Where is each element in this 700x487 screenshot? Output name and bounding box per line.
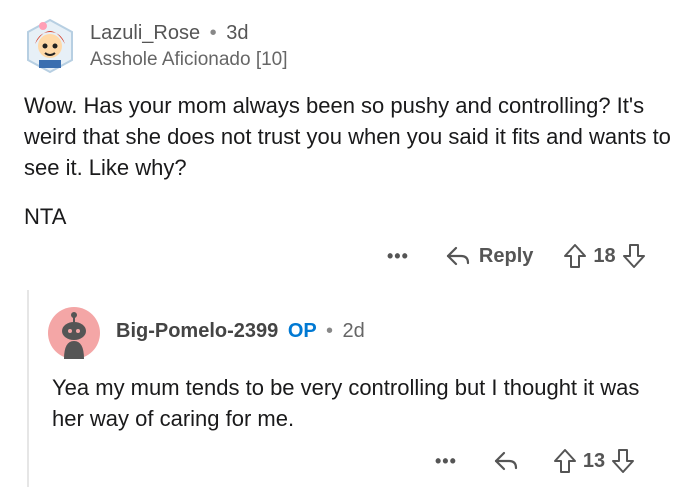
reply-icon	[494, 451, 518, 471]
downvote-arrow-icon	[612, 449, 635, 473]
upvote-arrow-icon	[564, 244, 587, 268]
upvote-button[interactable]	[563, 243, 587, 269]
user-flair: Asshole Aficionado [10]	[90, 49, 288, 70]
comment-actions: ••• 13	[435, 443, 635, 479]
username[interactable]: Big-Pomelo-2399	[116, 320, 278, 342]
comment-age: 3d	[226, 22, 249, 44]
comment-age: 2d	[342, 320, 365, 342]
downvote-button[interactable]	[611, 448, 635, 474]
vote-count: 13	[582, 449, 606, 472]
comment-body: Wow. Has your mom always been so pushy a…	[24, 93, 671, 180]
user-avatar[interactable]	[48, 307, 100, 359]
reply-button[interactable]: Reply	[445, 245, 533, 268]
comment-author[interactable]: Lazuli_Rose • 3d	[90, 22, 248, 45]
comment-actions: ••• Reply 18	[387, 238, 646, 274]
separator-dot: •	[325, 320, 333, 342]
comment-verdict: NTA	[24, 204, 67, 229]
more-options-button[interactable]: •••	[435, 451, 457, 472]
thread-line[interactable]	[27, 290, 29, 487]
reply-icon	[446, 246, 470, 266]
downvote-arrow-icon	[622, 244, 645, 268]
comment-body: Yea my mum tends to be very controlling …	[52, 375, 640, 431]
vote-count: 18	[593, 244, 616, 267]
more-options-button[interactable]: •••	[387, 246, 409, 267]
user-avatar[interactable]	[25, 18, 75, 74]
reply-button[interactable]	[493, 450, 527, 472]
separator-dot: •	[209, 22, 217, 44]
upvote-arrow-icon	[553, 449, 576, 473]
username[interactable]: Lazuli_Rose	[90, 22, 200, 44]
comment-author[interactable]: Big-Pomelo-2399 OP • 2d	[116, 320, 365, 343]
upvote-button[interactable]	[553, 448, 577, 474]
op-badge: OP	[287, 320, 317, 342]
reply-label: Reply	[478, 244, 534, 267]
downvote-button[interactable]	[622, 243, 646, 269]
